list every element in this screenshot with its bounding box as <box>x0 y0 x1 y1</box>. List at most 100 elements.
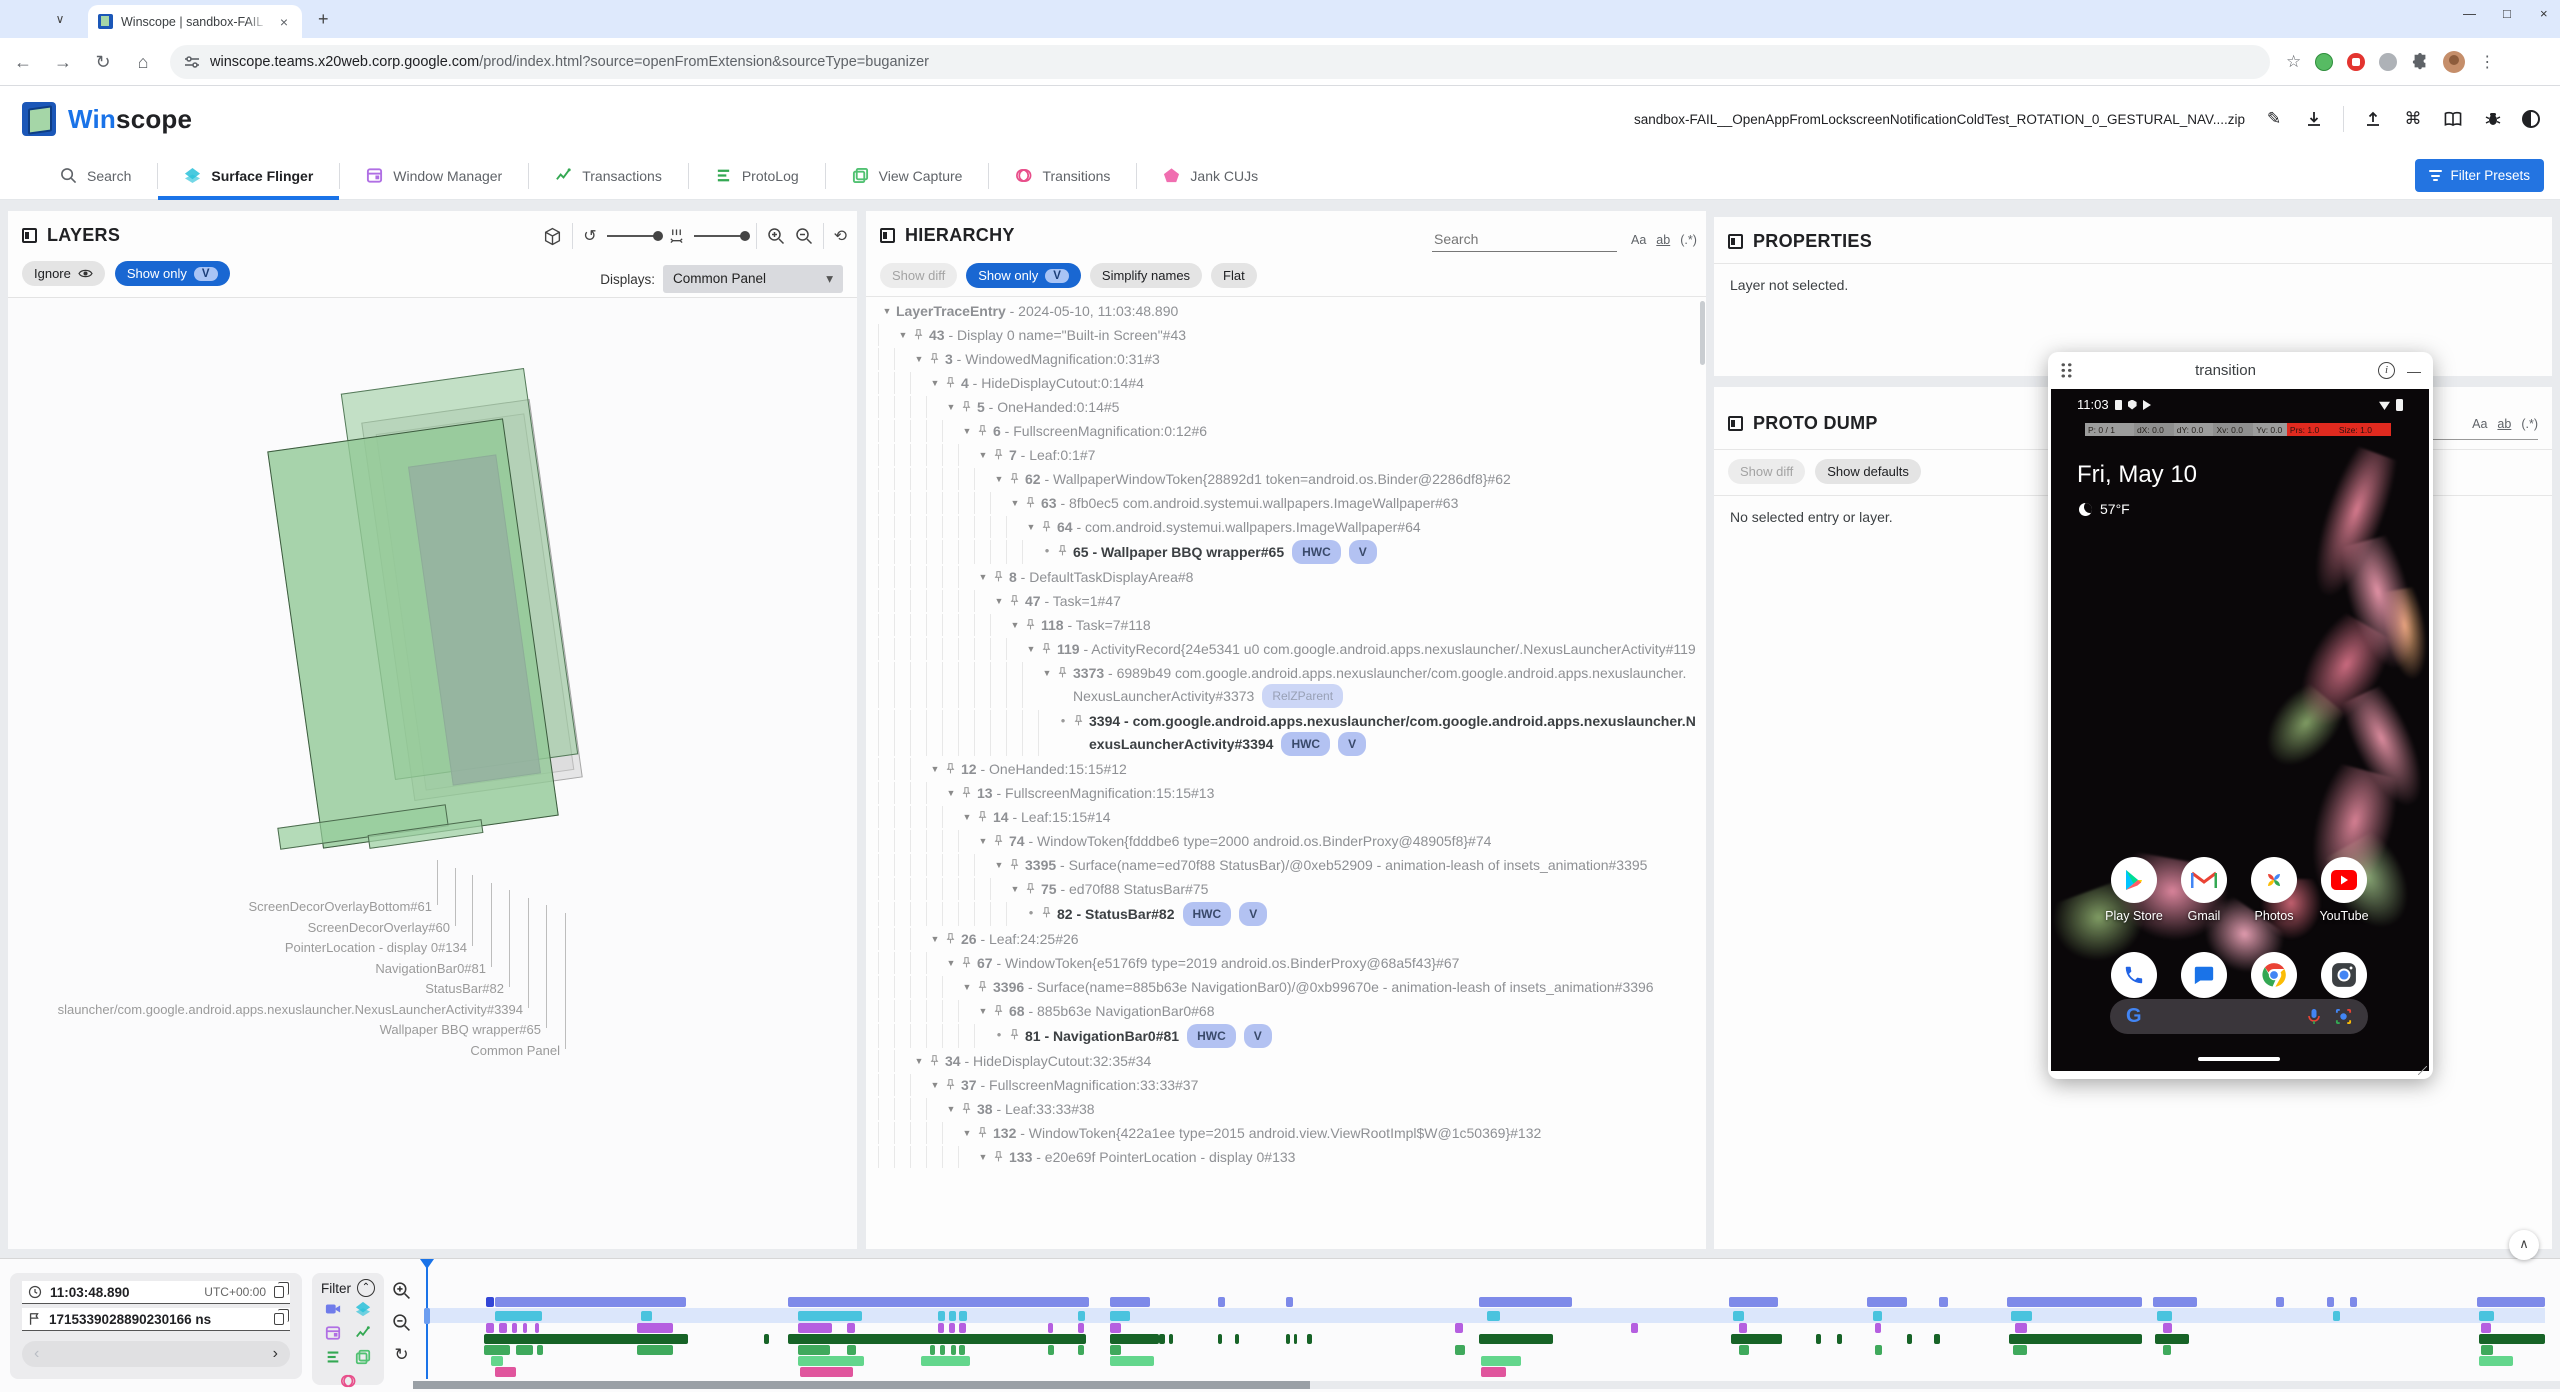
pin-icon[interactable] <box>1072 710 1089 727</box>
layer-label[interactable]: StatusBar#82 <box>425 981 504 996</box>
scrollbar-thumb[interactable] <box>413 1381 1310 1389</box>
tree-node[interactable]: ▼64 - com.android.systemui.wallpapers.Im… <box>878 515 1702 539</box>
simplify-names-button[interactable]: Simplify names <box>1090 263 1202 288</box>
trace-segment[interactable] <box>1159 1334 1165 1344</box>
expand-arrow-icon[interactable]: ▼ <box>990 590 1008 612</box>
nanoseconds-field[interactable]: 1715339028890230166 ns <box>22 1308 290 1331</box>
next-entry-icon[interactable]: › <box>273 1345 278 1363</box>
expand-arrow-icon[interactable]: ▼ <box>878 300 896 322</box>
trace-segment[interactable] <box>1733 1311 1744 1321</box>
trace-segment[interactable] <box>1048 1323 1052 1333</box>
match-word-icon[interactable]: ab <box>1656 233 1670 247</box>
tab-view-capture[interactable]: View Capture <box>826 152 989 200</box>
mic-icon[interactable] <box>2307 1008 2321 1026</box>
trace-segment[interactable] <box>1739 1345 1749 1355</box>
contrast-icon[interactable] <box>2522 110 2540 128</box>
trace-segment[interactable] <box>847 1323 855 1333</box>
trace-segment[interactable] <box>486 1323 493 1333</box>
url-bar[interactable]: winscope.teams.x20web.corp.google.com/pr… <box>170 45 2270 79</box>
pin-icon[interactable] <box>1056 540 1073 557</box>
trace-segment[interactable] <box>1731 1334 1782 1344</box>
match-case-icon[interactable]: Aa <box>1631 233 1646 247</box>
trace-segment[interactable] <box>1110 1334 1159 1344</box>
window-maximize-icon[interactable]: □ <box>2503 6 2511 21</box>
pin-icon[interactable] <box>1008 854 1025 871</box>
regex-icon[interactable]: (.*) <box>1680 233 1697 247</box>
filter-trace-sf-icon[interactable] <box>355 1301 371 1317</box>
pin-icon[interactable] <box>992 566 1009 583</box>
trace-segment[interactable] <box>2157 1311 2172 1321</box>
trace-segment[interactable] <box>938 1311 945 1321</box>
trace-segment[interactable] <box>2153 1297 2198 1307</box>
new-tab-button[interactable]: + <box>318 9 329 30</box>
expand-arrow-icon[interactable]: ▼ <box>942 1098 960 1120</box>
spacing-icon[interactable] <box>669 228 684 244</box>
copy-icon[interactable] <box>274 1313 284 1325</box>
trace-segment[interactable] <box>491 1356 504 1366</box>
filter-trace-tr-icon[interactable] <box>340 1373 356 1389</box>
trace-segment[interactable] <box>959 1311 966 1321</box>
trace-segment[interactable] <box>930 1345 935 1355</box>
trace-segment[interactable] <box>788 1297 1089 1307</box>
forward-icon[interactable]: → <box>46 45 80 79</box>
zoom-out-icon[interactable] <box>795 227 813 245</box>
trace-segment[interactable] <box>495 1311 542 1321</box>
rotation-icon[interactable]: ↺ <box>583 226 596 246</box>
tree-node[interactable]: •3394 - com.google.android.apps.nexuslau… <box>878 709 1702 757</box>
trace-segment[interactable] <box>788 1334 1087 1344</box>
pin-icon[interactable] <box>1024 614 1041 631</box>
trace-segment[interactable] <box>1110 1356 1155 1366</box>
tree-node[interactable]: ▼67 - WindowToken{e5176f9 type=2019 andr… <box>878 951 1702 975</box>
tree-node[interactable]: ▼12 - OneHanded:15:15#12 <box>878 757 1702 781</box>
expand-arrow-icon[interactable]: ▼ <box>910 1050 928 1072</box>
trace-segment[interactable] <box>637 1323 673 1333</box>
trace-segment[interactable] <box>484 1334 688 1344</box>
trace-segment[interactable] <box>1455 1323 1462 1333</box>
trace-segment[interactable] <box>523 1323 527 1333</box>
trace-segment[interactable] <box>798 1323 832 1333</box>
tree-node[interactable]: ▼3395 - Surface(name=ed70f88 StatusBar)/… <box>878 853 1702 877</box>
filter-trace-wm-icon[interactable] <box>325 1325 341 1341</box>
tree-node[interactable]: ▼118 - Task=7#118 <box>878 613 1702 637</box>
expand-arrow-icon[interactable]: ▼ <box>974 444 992 466</box>
pin-icon[interactable] <box>992 830 1009 847</box>
trace-segment[interactable] <box>1286 1297 1293 1307</box>
tree-node[interactable]: ▼47 - Task=1#47 <box>878 589 1702 613</box>
expand-arrow-icon[interactable]: ▼ <box>1022 516 1040 538</box>
expand-arrow-icon[interactable]: ▼ <box>974 830 992 852</box>
tree-node[interactable]: ▼62 - WallpaperWindowToken{28892d1 token… <box>878 467 1702 491</box>
pin-icon[interactable] <box>976 976 993 993</box>
copy-icon[interactable] <box>274 1286 284 1298</box>
tree-node[interactable]: ▼3396 - Surface(name=885b63e NavigationB… <box>878 975 1702 999</box>
trace-segment[interactable] <box>1110 1311 1130 1321</box>
tab-surface-flinger[interactable]: Surface Flinger <box>158 152 339 200</box>
edit-icon[interactable]: ✎ <box>2263 109 2285 129</box>
trace-segment[interactable] <box>1875 1323 1881 1333</box>
trace-segment[interactable] <box>921 1356 970 1366</box>
panel-dock-icon[interactable] <box>1728 416 1743 431</box>
trace-segment[interactable] <box>637 1345 673 1355</box>
transition-window-titlebar[interactable]: transition i — <box>2048 352 2433 389</box>
tree-node[interactable]: ▼75 - ed70f88 StatusBar#75 <box>878 877 1702 901</box>
home-icon[interactable]: ⌂ <box>126 45 160 79</box>
timeline-scrollbar[interactable] <box>413 1381 2560 1389</box>
tree-node[interactable]: ▼63 - 8fb0ec5 com.android.systemui.wallp… <box>878 491 1702 515</box>
upload-icon[interactable] <box>2362 110 2384 128</box>
trace-segment[interactable] <box>1481 1367 1506 1377</box>
expand-arrow-icon[interactable]: ▼ <box>974 566 992 588</box>
android-extension-icon[interactable] <box>2315 53 2333 71</box>
tree-node[interactable]: ▼43 - Display 0 name="Built-in Screen"#4… <box>878 323 1702 347</box>
trace-segment[interactable] <box>940 1345 945 1355</box>
filter-trace-cam-icon[interactable] <box>325 1301 341 1317</box>
layer-label[interactable]: slauncher/com.google.android.apps.nexusl… <box>58 1002 523 1017</box>
tree-node[interactable]: ▼7 - Leaf:0:1#7 <box>878 443 1702 467</box>
tree-node[interactable]: ▼6 - FullscreenMagnification:0:12#6 <box>878 419 1702 443</box>
expand-arrow-icon[interactable]: ▼ <box>942 396 960 418</box>
expand-arrow-icon[interactable]: ▼ <box>926 928 944 950</box>
app-icon-youtube[interactable] <box>2321 857 2367 903</box>
timeline-cursor-handle[interactable] <box>424 1308 430 1324</box>
trace-segment[interactable] <box>1816 1334 1821 1344</box>
tune-icon[interactable] <box>184 54 200 70</box>
match-word-icon[interactable]: ab <box>2497 417 2511 431</box>
displays-select[interactable]: Common Panel▾ <box>663 265 843 293</box>
